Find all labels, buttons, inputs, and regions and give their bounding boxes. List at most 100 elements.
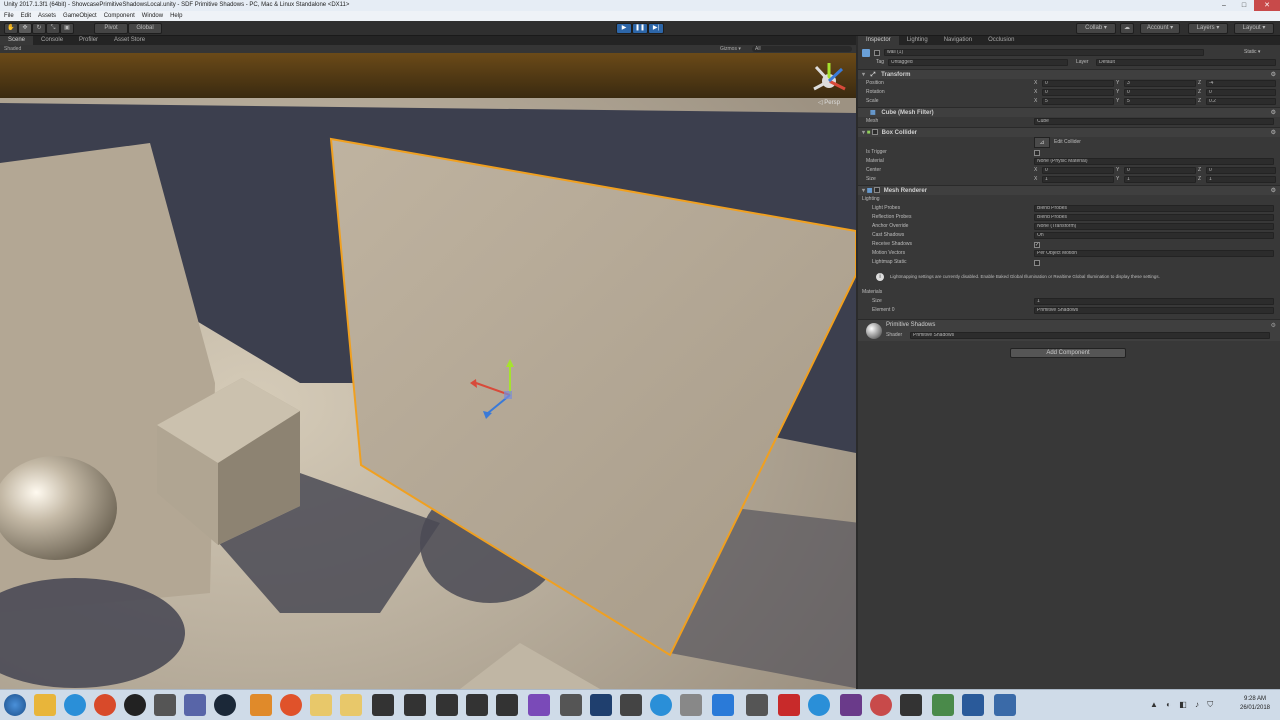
receive-shadows-checkbox[interactable]: ✓ — [1034, 242, 1040, 248]
box-collider-enabled-checkbox[interactable] — [871, 129, 878, 136]
file-explorer-icon[interactable] — [34, 694, 56, 716]
tag-dropdown[interactable]: Untagged — [888, 59, 1068, 66]
rect-tool-icon[interactable]: ▣ — [60, 23, 74, 34]
filezilla-icon[interactable] — [778, 694, 800, 716]
move-tool-icon[interactable]: ✥ — [18, 23, 32, 34]
app-icon[interactable] — [870, 694, 892, 716]
materials-size-field[interactable]: 1 — [1034, 298, 1274, 305]
shader-dropdown[interactable]: Primitive Shadows — [910, 332, 1270, 339]
mesh-renderer-header[interactable]: ▾ ▦ Mesh Renderer ⚙ — [858, 185, 1280, 195]
step-button[interactable]: ▶| — [648, 23, 664, 34]
mesh-filter-header[interactable]: ▦ Cube (Mesh Filter) ⚙ — [858, 107, 1280, 117]
account-dropdown[interactable]: Account ▾ — [1140, 23, 1180, 34]
add-component-button[interactable]: Add Component — [1010, 348, 1126, 358]
anchor-override-field[interactable]: None (Transform) — [1034, 223, 1274, 230]
layers-dropdown[interactable]: Layers ▾ — [1188, 23, 1228, 34]
mesh-field[interactable]: Cube — [1034, 118, 1274, 125]
materials-foldout[interactable]: Materials — [862, 288, 882, 297]
shading-mode-dropdown[interactable]: Shaded — [4, 45, 21, 53]
app-icon[interactable] — [620, 694, 642, 716]
discord-icon[interactable] — [184, 694, 206, 716]
perspective-label[interactable]: ◁ Persp — [818, 99, 840, 106]
scale-y[interactable]: 5 — [1124, 98, 1196, 105]
position-x[interactable]: 0 — [1042, 80, 1114, 87]
object-name-field[interactable]: wall (1) — [884, 49, 1204, 56]
center-x[interactable]: 0 — [1042, 167, 1114, 174]
clock[interactable]: 9:28 AM 26/01/2018 — [1234, 695, 1276, 713]
tab-navigation[interactable]: Navigation — [936, 36, 980, 45]
tab-asset-store[interactable]: Asset Store — [106, 36, 153, 45]
light-probes-dropdown[interactable]: Blend Probes — [1034, 205, 1274, 212]
scene-search-input[interactable]: All — [752, 46, 852, 52]
pause-button[interactable]: ❚❚ — [632, 23, 648, 34]
browser-icon[interactable] — [94, 694, 116, 716]
position-y[interactable]: 3 — [1124, 80, 1196, 87]
close-button[interactable]: ✕ — [1254, 0, 1280, 11]
unity-icon[interactable] — [496, 694, 518, 716]
transform-header[interactable]: ▾ ⤢ Transform ⚙ — [858, 69, 1280, 79]
lightmap-static-checkbox[interactable] — [1034, 260, 1040, 266]
tab-console[interactable]: Console — [33, 36, 71, 45]
size-y[interactable]: 1 — [1124, 176, 1196, 183]
app-icon[interactable] — [994, 694, 1016, 716]
box-collider-header[interactable]: ▾ ■ Box Collider ⚙ — [858, 127, 1280, 137]
app-icon[interactable] — [932, 694, 954, 716]
tab-inspector[interactable]: Inspector — [858, 36, 899, 45]
foldout-arrow-icon[interactable]: ▾ — [862, 130, 865, 136]
shield-icon[interactable] — [746, 694, 768, 716]
app-icon[interactable] — [64, 694, 86, 716]
unity-icon[interactable] — [466, 694, 488, 716]
scale-z[interactable]: 0.2 — [1206, 98, 1276, 105]
app-icon[interactable] — [650, 694, 672, 716]
gear-icon[interactable]: ⚙ — [1271, 322, 1276, 329]
app-icon[interactable] — [808, 694, 830, 716]
maximize-button[interactable]: □ — [1234, 0, 1254, 11]
foldout-arrow-icon[interactable]: ▾ — [862, 72, 865, 78]
collab-dropdown[interactable]: Collab ▾ — [1076, 23, 1116, 34]
app-icon[interactable] — [962, 694, 984, 716]
space-toggle[interactable]: Global — [128, 23, 162, 34]
layout-dropdown[interactable]: Layout ▾ — [1234, 23, 1274, 34]
app-icon[interactable] — [712, 694, 734, 716]
tab-profiler[interactable]: Profiler — [71, 36, 106, 45]
photoshop-icon[interactable] — [590, 694, 612, 716]
gizmos-dropdown[interactable]: Gizmos ▾ — [720, 45, 741, 53]
unity-icon[interactable] — [404, 694, 426, 716]
scene-viewport[interactable]: ◁ Persp — [0, 53, 856, 689]
visual-studio-icon[interactable] — [528, 694, 550, 716]
minimize-button[interactable]: – — [1214, 0, 1234, 11]
physic-material-field[interactable]: None (Physic Material) — [1034, 158, 1274, 165]
menu-help[interactable]: Help — [170, 11, 182, 21]
center-y[interactable]: 0 — [1124, 167, 1196, 174]
rotation-x[interactable]: 0 — [1042, 89, 1114, 96]
layer-dropdown[interactable]: Default — [1096, 59, 1276, 66]
reflection-probes-dropdown[interactable]: Blend Probes — [1034, 214, 1274, 221]
motion-vectors-dropdown[interactable]: Per Object Motion — [1034, 250, 1274, 257]
rotation-y[interactable]: 0 — [1124, 89, 1196, 96]
firefox-icon[interactable] — [280, 694, 302, 716]
scale-x[interactable]: 5 — [1042, 98, 1114, 105]
play-button[interactable]: ▶ — [616, 23, 632, 34]
foldout-arrow-icon[interactable]: ▾ — [862, 188, 865, 194]
app-icon[interactable] — [840, 694, 862, 716]
app-icon[interactable] — [250, 694, 272, 716]
size-z[interactable]: 1 — [1206, 176, 1276, 183]
rotation-z[interactable]: 0 — [1206, 89, 1276, 96]
menu-file[interactable]: File — [4, 11, 14, 21]
menu-edit[interactable]: Edit — [21, 11, 31, 21]
cast-shadows-dropdown[interactable]: On — [1034, 232, 1274, 239]
system-tray[interactable]: ▲ ◐ ◧ ♪ ⛉ — [1150, 700, 1216, 710]
edit-collider-icon[interactable]: ⊿ — [1034, 137, 1050, 148]
tab-lighting[interactable]: Lighting — [899, 36, 936, 45]
tab-scene[interactable]: Scene — [0, 36, 34, 45]
center-z[interactable]: 0 — [1206, 167, 1276, 174]
is-trigger-checkbox[interactable] — [1034, 150, 1040, 156]
hand-tool-icon[interactable]: ✋ — [4, 23, 18, 34]
mesh-renderer-enabled-checkbox[interactable] — [874, 187, 881, 194]
menu-assets[interactable]: Assets — [38, 11, 56, 21]
static-toggle[interactable]: Static ▾ — [1244, 48, 1260, 57]
tab-occlusion[interactable]: Occlusion — [980, 36, 1022, 45]
element-0-field[interactable]: Primitive Shadows — [1034, 307, 1274, 314]
active-checkbox[interactable] — [874, 50, 880, 56]
menu-gameobject[interactable]: GameObject — [63, 11, 97, 21]
